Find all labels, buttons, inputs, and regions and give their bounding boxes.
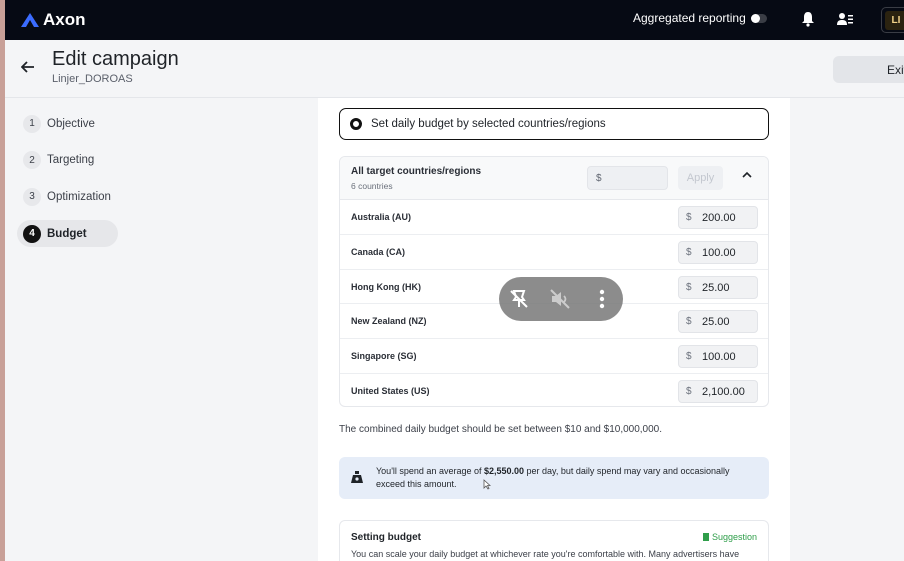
budget-input[interactable]: $200.00	[678, 206, 758, 229]
user-settings-icon[interactable]	[837, 12, 853, 26]
budget-value: 25.00	[702, 316, 730, 329]
page-title: Edit campaign	[52, 48, 179, 70]
apply-button[interactable]: Apply	[678, 166, 723, 190]
more-options-icon[interactable]	[595, 288, 609, 310]
step-budget[interactable]: 4 Budget	[17, 220, 118, 248]
step-objective[interactable]: 1 Objective	[17, 110, 118, 137]
table-row: Singapore (SG) $100.00	[340, 339, 768, 374]
region-name: United States (US)	[351, 385, 430, 396]
currency-symbol: $	[596, 173, 602, 184]
budget-value: 200.00	[702, 212, 736, 224]
page-header: Edit campaign Linjer_DOROAS Exit	[5, 40, 904, 98]
all-regions-label: All target countries/regions	[351, 166, 482, 177]
budget-input[interactable]: $100.00	[678, 345, 758, 369]
axon-logo-icon	[21, 13, 39, 27]
budget-value: 2,100.00	[702, 385, 745, 398]
table-row: Canada (CA) $100.00	[340, 235, 768, 270]
currency-symbol: $	[686, 351, 692, 363]
currency-symbol: $	[686, 316, 692, 328]
bookmark-icon	[703, 533, 709, 541]
step-number: 3	[23, 187, 41, 206]
media-control-overlay	[499, 277, 623, 321]
back-arrow-icon[interactable]	[21, 61, 35, 73]
region-name: Hong Kong (HK)	[351, 281, 421, 292]
budget-by-region-option[interactable]: Set daily budget by selected countries/r…	[339, 108, 769, 140]
currency-symbol: $	[686, 385, 692, 397]
step-label: Objective	[47, 117, 95, 130]
budget-input[interactable]: $25.00	[678, 310, 758, 334]
avatar: LI	[885, 11, 904, 30]
budget-value: 25.00	[702, 281, 730, 294]
info-prefix: You'll spend an average of	[376, 466, 484, 476]
step-label: Targeting	[47, 154, 95, 167]
radio-button[interactable]	[350, 118, 362, 130]
step-number: 2	[23, 151, 41, 170]
app-logo[interactable]: Axon	[21, 10, 86, 30]
suggestion-badge: Suggestion	[703, 532, 757, 542]
budget-input[interactable]: $25.00	[678, 275, 758, 299]
region-name: Australia (AU)	[351, 212, 412, 222]
aggregated-reporting-toggle[interactable]: Aggregated reporting	[633, 11, 767, 25]
step-number: 4	[23, 224, 41, 243]
campaign-name: Linjer_DOROAS	[52, 73, 133, 85]
suggestion-label: Suggestion	[712, 532, 758, 542]
step-targeting[interactable]: 2 Targeting	[17, 147, 118, 174]
budget-option-label: Set daily budget by selected countries/r…	[371, 118, 606, 130]
money-bag-icon	[351, 471, 363, 483]
budget-range-note: The combined daily budget should be set …	[339, 424, 663, 435]
setting-budget-card: Setting budget Suggestion You can scale …	[339, 520, 769, 561]
bulk-budget-input[interactable]: $	[587, 166, 668, 190]
toggle-switch[interactable]	[750, 13, 767, 23]
budget-value: 100.00	[702, 351, 736, 364]
currency-symbol: $	[686, 281, 692, 293]
average-spend-amount: $2,550.00	[483, 466, 525, 476]
exit-button[interactable]: Exit	[833, 56, 904, 83]
step-number: 1	[23, 114, 41, 133]
region-name: Singapore (SG)	[351, 351, 417, 362]
step-nav: 1 Objective 2 Targeting 3 Optimization 4…	[17, 110, 118, 257]
currency-symbol: $	[686, 246, 692, 258]
spend-info-banner: You'll spend an average of $2,550.00 per…	[339, 457, 769, 499]
step-label: Budget	[47, 227, 87, 240]
table-header: All target countries/regions 6 countries…	[340, 157, 768, 200]
step-optimization[interactable]: 3 Optimization	[17, 183, 118, 210]
region-name: New Zealand (NZ)	[351, 316, 427, 327]
unpin-icon[interactable]	[508, 288, 530, 310]
app-name: Axon	[43, 10, 86, 29]
setting-budget-description: You can scale your daily budget at which…	[351, 549, 740, 559]
mute-icon[interactable]	[549, 288, 571, 310]
currency-symbol: $	[686, 212, 692, 223]
region-name: Canada (CA)	[351, 246, 406, 257]
table-row: Australia (AU) $200.00	[340, 200, 768, 235]
table-row: United States (US) $2,100.00	[340, 374, 768, 406]
spend-info-text: You'll spend an average of $2,550.00 per…	[376, 465, 756, 491]
budget-panel: Set daily budget by selected countries/r…	[318, 98, 790, 561]
budget-input[interactable]: $2,100.00	[678, 379, 758, 403]
aggregated-reporting-label: Aggregated reporting	[633, 11, 746, 25]
avatar-button[interactable]: LI	[881, 7, 904, 33]
budget-input[interactable]: $100.00	[678, 240, 758, 264]
setting-budget-title: Setting budget	[351, 532, 421, 543]
country-count: 6 countries	[351, 181, 393, 191]
top-navbar: Axon Aggregated reporting LI	[5, 0, 904, 40]
step-label: Optimization	[47, 190, 111, 203]
budget-value: 100.00	[702, 246, 736, 259]
bell-icon[interactable]	[801, 11, 815, 27]
chevron-up-icon[interactable]	[742, 171, 752, 179]
mouse-cursor-icon	[483, 479, 491, 490]
